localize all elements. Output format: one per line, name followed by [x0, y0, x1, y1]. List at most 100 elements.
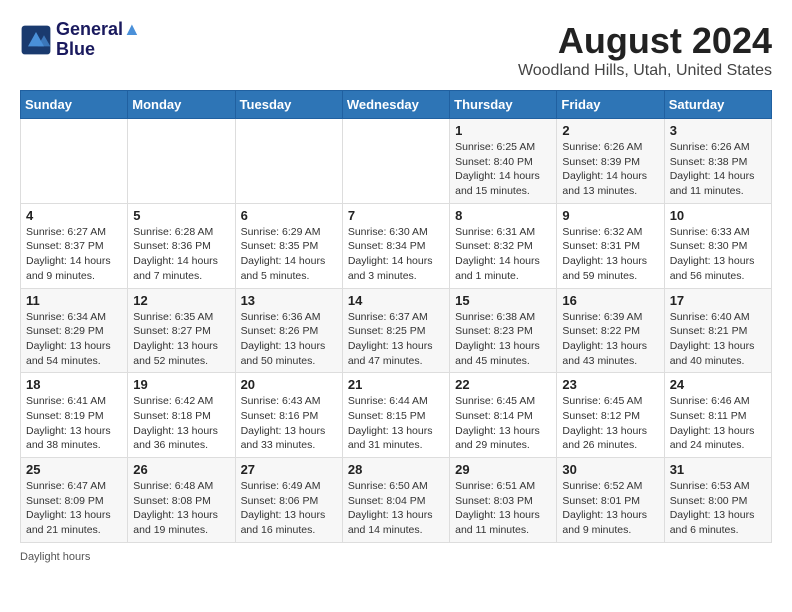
day-info: Sunrise: 6:47 AMSunset: 8:09 PMDaylight:…	[26, 479, 122, 538]
day-number: 7	[348, 208, 444, 223]
calendar-cell: 9Sunrise: 6:32 AMSunset: 8:31 PMDaylight…	[557, 203, 664, 288]
calendar-cell: 31 Sunrise: 6:53 AMSunset: 8:00 PMDayligh…	[664, 458, 771, 543]
calendar-cell: 29 Sunrise: 6:51 AMSunset: 8:03 PMDayligh…	[450, 458, 557, 543]
calendar-cell: 26 Sunrise: 6:48 AMSunset: 8:08 PMDayligh…	[128, 458, 235, 543]
day-info: Sunrise: 6:38 AMSunset: 8:23 PMDaylight:…	[455, 310, 551, 369]
calendar-week-1: 4 Sunrise: 6:27 AMSunset: 8:37 PMDaylight…	[21, 203, 772, 288]
footer-note: Daylight hours	[20, 551, 772, 563]
calendar-week-2: 11Sunrise: 6:34 AMSunset: 8:29 PMDayligh…	[21, 288, 772, 373]
day-number: 1	[455, 123, 551, 138]
day-number: 3	[670, 123, 766, 138]
day-info: Sunrise: 6:51 AMSunset: 8:03 PMDaylight:…	[455, 479, 551, 538]
calendar-cell: 25 Sunrise: 6:47 AMSunset: 8:09 PMDayligh…	[21, 458, 128, 543]
day-number: 31	[670, 462, 766, 477]
calendar-cell: 8 Sunrise: 6:31 AMSunset: 8:32 PMDaylight…	[450, 203, 557, 288]
calendar-cell: 30 Sunrise: 6:52 AMSunset: 8:01 PMDayligh…	[557, 458, 664, 543]
day-info: Sunrise: 6:31 AMSunset: 8:32 PMDaylight:…	[455, 225, 551, 284]
calendar-cell: 6 Sunrise: 6:29 AMSunset: 8:35 PMDaylight…	[235, 203, 342, 288]
calendar-cell: 16 Sunrise: 6:39 AMSunset: 8:22 PMDayligh…	[557, 288, 664, 373]
calendar-cell: 5 Sunrise: 6:28 AMSunset: 8:36 PMDaylight…	[128, 203, 235, 288]
day-info: Sunrise: 6:32 AMSunset: 8:31 PMDaylight:…	[562, 225, 658, 284]
day-info: Sunrise: 6:28 AMSunset: 8:36 PMDaylight:…	[133, 225, 229, 284]
calendar-cell: 20 Sunrise: 6:43 AMSunset: 8:16 PMDayligh…	[235, 373, 342, 458]
day-number: 5	[133, 208, 229, 223]
day-number: 21	[348, 377, 444, 392]
day-info: Sunrise: 6:50 AMSunset: 8:04 PMDaylight:…	[348, 479, 444, 538]
day-number: 30	[562, 462, 658, 477]
calendar-cell	[235, 119, 342, 204]
day-number: 19	[133, 377, 229, 392]
calendar-cell: 12Sunrise: 6:35 AMSunset: 8:27 PMDayligh…	[128, 288, 235, 373]
calendar-cell: 19 Sunrise: 6:42 AMSunset: 8:18 PMDayligh…	[128, 373, 235, 458]
calendar-cell: 1 Sunrise: 6:25 AMSunset: 8:40 PMDaylight…	[450, 119, 557, 204]
calendar-cell	[21, 119, 128, 204]
calendar-cell: 7Sunrise: 6:30 AMSunset: 8:34 PMDaylight…	[342, 203, 449, 288]
calendar-cell: 3Sunrise: 6:26 AMSunset: 8:38 PMDaylight…	[664, 119, 771, 204]
day-number: 8	[455, 208, 551, 223]
day-info: Sunrise: 6:53 AMSunset: 8:00 PMDaylight:…	[670, 479, 766, 538]
calendar-cell: 2 Sunrise: 6:26 AMSunset: 8:39 PMDaylight…	[557, 119, 664, 204]
day-info: Sunrise: 6:25 AMSunset: 8:40 PMDaylight:…	[455, 140, 551, 199]
day-info: Sunrise: 6:41 AMSunset: 8:19 PMDaylight:…	[26, 394, 122, 453]
calendar-week-3: 18 Sunrise: 6:41 AMSunset: 8:19 PMDayligh…	[21, 373, 772, 458]
logo-icon	[20, 24, 52, 56]
calendar-cell: 23Sunrise: 6:45 AMSunset: 8:12 PMDayligh…	[557, 373, 664, 458]
calendar-week-4: 25 Sunrise: 6:47 AMSunset: 8:09 PMDayligh…	[21, 458, 772, 543]
day-info: Sunrise: 6:39 AMSunset: 8:22 PMDaylight:…	[562, 310, 658, 369]
day-info: Sunrise: 6:36 AMSunset: 8:26 PMDaylight:…	[241, 310, 337, 369]
day-number: 11	[26, 293, 122, 308]
calendar: SundayMondayTuesdayWednesdayThursdayFrid…	[20, 90, 772, 543]
calendar-week-0: 1 Sunrise: 6:25 AMSunset: 8:40 PMDaylight…	[21, 119, 772, 204]
day-number: 28	[348, 462, 444, 477]
header: General▲ Blue August 2024 Woodland Hills…	[20, 20, 772, 80]
calendar-cell: 14 Sunrise: 6:37 AMSunset: 8:25 PMDayligh…	[342, 288, 449, 373]
day-info: Sunrise: 6:33 AMSunset: 8:30 PMDaylight:…	[670, 225, 766, 284]
day-number: 29	[455, 462, 551, 477]
calendar-cell: 17Sunrise: 6:40 AMSunset: 8:21 PMDayligh…	[664, 288, 771, 373]
calendar-header-saturday: Saturday	[664, 91, 771, 119]
day-number: 4	[26, 208, 122, 223]
day-number: 25	[26, 462, 122, 477]
day-info: Sunrise: 6:44 AMSunset: 8:15 PMDaylight:…	[348, 394, 444, 453]
day-info: Sunrise: 6:45 AMSunset: 8:12 PMDaylight:…	[562, 394, 658, 453]
day-number: 20	[241, 377, 337, 392]
calendar-header-friday: Friday	[557, 91, 664, 119]
logo: General▲ Blue	[20, 20, 141, 60]
day-info: Sunrise: 6:45 AMSunset: 8:14 PMDaylight:…	[455, 394, 551, 453]
day-number: 12	[133, 293, 229, 308]
calendar-header-thursday: Thursday	[450, 91, 557, 119]
day-info: Sunrise: 6:52 AMSunset: 8:01 PMDaylight:…	[562, 479, 658, 538]
day-number: 17	[670, 293, 766, 308]
day-number: 13	[241, 293, 337, 308]
day-number: 26	[133, 462, 229, 477]
logo-text: General▲ Blue	[56, 20, 141, 60]
calendar-cell: 22Sunrise: 6:45 AMSunset: 8:14 PMDayligh…	[450, 373, 557, 458]
calendar-cell: 15Sunrise: 6:38 AMSunset: 8:23 PMDayligh…	[450, 288, 557, 373]
calendar-cell	[128, 119, 235, 204]
day-number: 27	[241, 462, 337, 477]
day-number: 6	[241, 208, 337, 223]
day-number: 14	[348, 293, 444, 308]
day-info: Sunrise: 6:49 AMSunset: 8:06 PMDaylight:…	[241, 479, 337, 538]
day-number: 16	[562, 293, 658, 308]
day-info: Sunrise: 6:29 AMSunset: 8:35 PMDaylight:…	[241, 225, 337, 284]
calendar-cell: 28 Sunrise: 6:50 AMSunset: 8:04 PMDayligh…	[342, 458, 449, 543]
title-area: August 2024 Woodland Hills, Utah, United…	[518, 20, 772, 80]
calendar-header-tuesday: Tuesday	[235, 91, 342, 119]
calendar-cell: 13 Sunrise: 6:36 AMSunset: 8:26 PMDayligh…	[235, 288, 342, 373]
day-info: Sunrise: 6:37 AMSunset: 8:25 PMDaylight:…	[348, 310, 444, 369]
calendar-cell: 27 Sunrise: 6:49 AMSunset: 8:06 PMDayligh…	[235, 458, 342, 543]
calendar-header-monday: Monday	[128, 91, 235, 119]
day-info: Sunrise: 6:42 AMSunset: 8:18 PMDaylight:…	[133, 394, 229, 453]
day-info: Sunrise: 6:27 AMSunset: 8:37 PMDaylight:…	[26, 225, 122, 284]
calendar-cell	[342, 119, 449, 204]
day-number: 2	[562, 123, 658, 138]
calendar-cell: 18 Sunrise: 6:41 AMSunset: 8:19 PMDayligh…	[21, 373, 128, 458]
day-info: Sunrise: 6:48 AMSunset: 8:08 PMDaylight:…	[133, 479, 229, 538]
calendar-cell: 11Sunrise: 6:34 AMSunset: 8:29 PMDayligh…	[21, 288, 128, 373]
calendar-header-wednesday: Wednesday	[342, 91, 449, 119]
day-number: 18	[26, 377, 122, 392]
day-info: Sunrise: 6:43 AMSunset: 8:16 PMDaylight:…	[241, 394, 337, 453]
day-info: Sunrise: 6:46 AMSunset: 8:11 PMDaylight:…	[670, 394, 766, 453]
day-info: Sunrise: 6:26 AMSunset: 8:39 PMDaylight:…	[562, 140, 658, 199]
